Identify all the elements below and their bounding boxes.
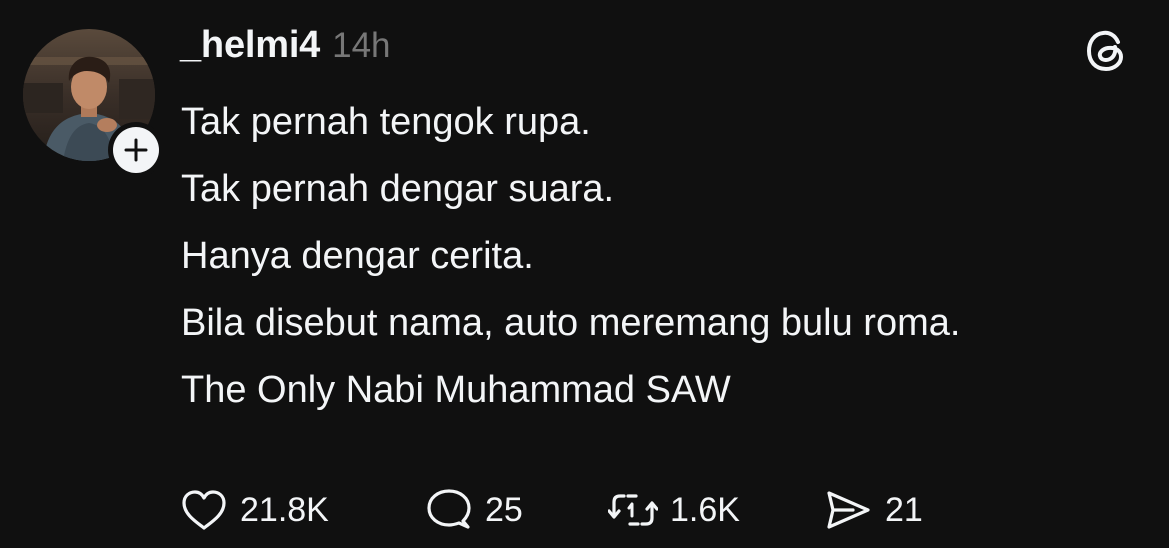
post-text-line: Tak pernah dengar suara.: [181, 168, 615, 210]
share-count: 21: [885, 490, 923, 529]
post-text-line: The Only Nabi Muhammad SAW: [181, 369, 731, 411]
plus-icon: [124, 138, 148, 162]
post-text-line: Tak pernah tengok rupa.: [181, 101, 591, 143]
reply-button[interactable]: 25: [425, 482, 608, 538]
post-text-line: Bila disebut nama, auto meremang bulu ro…: [181, 302, 961, 344]
like-count: 21.8K: [240, 490, 329, 529]
repost-count: 1.6K: [670, 490, 740, 529]
post-text-line: Hanya dengar cerita.: [181, 235, 534, 277]
username[interactable]: _helmi4: [180, 24, 320, 67]
reply-count: 25: [485, 490, 523, 529]
post-header: _helmi4 14h: [180, 24, 391, 74]
post-time: 14h: [332, 26, 391, 65]
share-button[interactable]: 21: [823, 482, 953, 538]
repost-button[interactable]: 1.6K: [608, 482, 823, 538]
avatar-container[interactable]: [23, 29, 164, 178]
speech-bubble-icon: [427, 489, 471, 529]
thread-post: _helmi4 14h Tak pernah tengok rupa. Tak …: [0, 0, 1169, 548]
follow-button-circle[interactable]: [113, 127, 159, 173]
like-button[interactable]: 21.8K: [180, 482, 425, 538]
heart-icon: [182, 490, 226, 530]
repost-arrows-icon: [608, 494, 658, 526]
action-bar: 21.8K 25 1.6K 21: [180, 482, 953, 538]
post-body: Tak pernah tengok rupa. Tak pernah denga…: [181, 98, 960, 433]
threads-logo-icon[interactable]: [1082, 26, 1132, 76]
follow-button[interactable]: [108, 122, 164, 178]
send-icon: [827, 491, 870, 529]
